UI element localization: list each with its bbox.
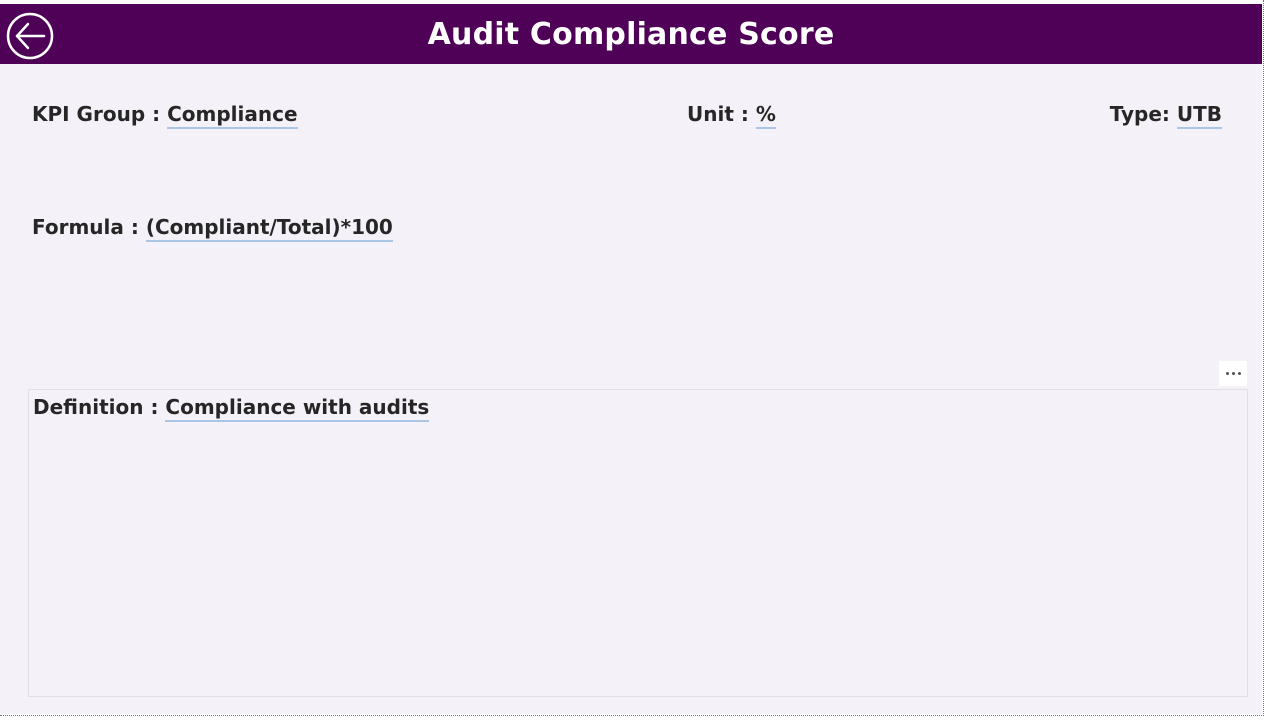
more-options-button[interactable] [1219,361,1247,386]
unit-value: % [755,102,776,129]
formula-value: (Compliant/Total)*100 [145,215,393,242]
arrow-left-circle-icon [6,12,54,60]
formula-label: Formula : [32,215,139,239]
unit-field: Unit : % [687,102,776,129]
page-header: Audit Compliance Score [0,4,1262,64]
definition-field: Definition : Compliance with audits [33,395,430,422]
kpi-group-label: KPI Group : [32,102,161,126]
kpi-group-field: KPI Group : Compliance [32,102,298,129]
canvas-bottom-border [0,715,1264,716]
kpi-group-value: Compliance [167,102,298,129]
canvas-right-border [1263,0,1264,716]
formula-field: Formula : (Compliant/Total)*100 [32,215,393,242]
type-value: UTB [1176,102,1222,129]
type-label: Type: [1109,102,1170,126]
definition-visual [28,389,1248,697]
definition-value: Compliance with audits [165,395,430,422]
back-button[interactable] [6,12,54,60]
definition-label: Definition : [33,395,159,419]
type-field: Type: UTB [1109,102,1222,129]
page-title: Audit Compliance Score [427,16,835,52]
more-options-icon [1225,372,1229,375]
unit-label: Unit : [687,102,749,126]
